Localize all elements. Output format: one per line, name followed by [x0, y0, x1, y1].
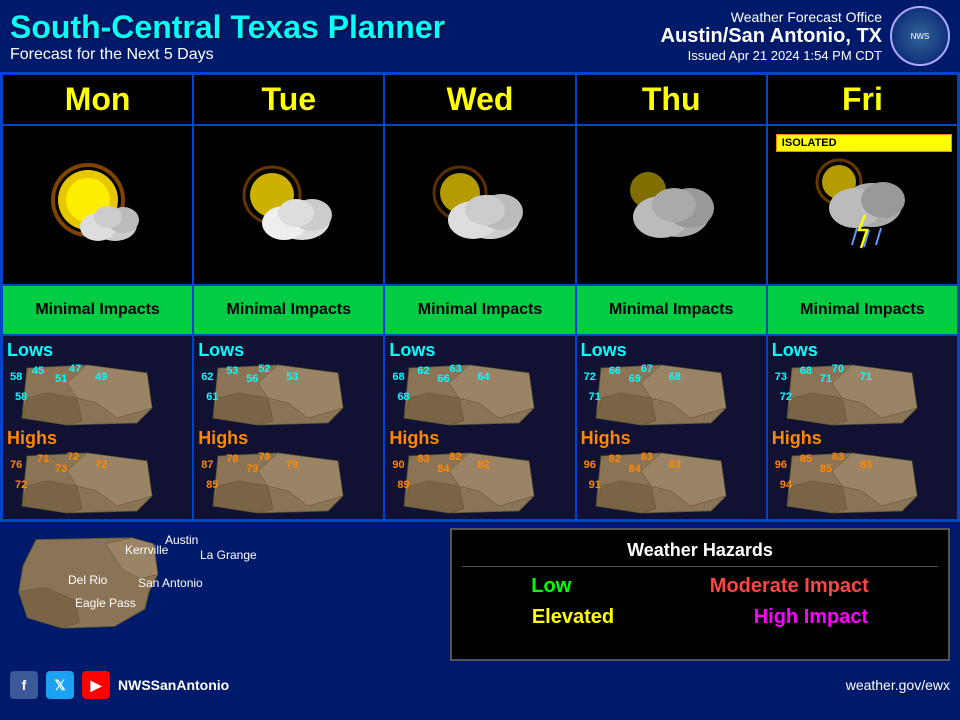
- temp-cell-thu: Lows 66 67 72 69 68 71 Highs: [576, 335, 767, 520]
- day-name-tue: Tue: [262, 81, 317, 117]
- weather-icon-tue: [193, 125, 384, 285]
- lows-label-wed: Lows: [389, 340, 570, 361]
- hazards-title: Weather Hazards: [462, 540, 938, 567]
- day-header-wed: Wed: [384, 74, 575, 125]
- day-name-thu: Thu: [642, 81, 701, 117]
- lows-label-mon: Lows: [7, 340, 188, 361]
- lows-label-fri: Lows: [772, 340, 953, 361]
- hazards-row-1: Low Moderate Impact: [462, 575, 938, 598]
- weather-icon-mon: [2, 125, 193, 285]
- city-austin: Austin: [165, 533, 198, 547]
- weather-icon-wed: [384, 125, 575, 285]
- day-header-tue: Tue: [193, 74, 384, 125]
- impact-fri: Minimal Impacts: [767, 285, 958, 335]
- day-name-fri: Fri: [842, 81, 883, 117]
- day-header-mon: Mon: [2, 74, 193, 125]
- impact-wed: Minimal Impacts: [384, 285, 575, 335]
- day-name-wed: Wed: [447, 81, 514, 117]
- day-header-fri: Fri: [767, 74, 958, 125]
- office-location: Austin/San Antonio, TX: [661, 25, 882, 48]
- forecast-grid: Mon Tue Wed Thu Fri: [0, 72, 960, 522]
- impact-thu: Minimal Impacts: [576, 285, 767, 335]
- forecast-subtitle: Forecast for the Next 5 Days: [10, 46, 445, 64]
- legend-map-area: Kerrville Austin La Grange Del Rio San A…: [10, 528, 440, 661]
- temp-cell-fri: Lows 68 70 73 71 71 72 Highs: [767, 335, 958, 520]
- lows-label-thu: Lows: [581, 340, 762, 361]
- hazard-moderate-label: Moderate Impact: [710, 575, 869, 598]
- hazards-box: Weather Hazards Low Moderate Impact Elev…: [450, 528, 950, 661]
- temp-cell-tue: Lows 53 52 62 56 53 61 Highs: [193, 335, 384, 520]
- website-url: weather.gov/ewx: [846, 677, 950, 693]
- highs-label-fri: Highs: [772, 428, 953, 449]
- hazards-row-2: Elevated High Impact: [462, 606, 938, 629]
- bottom-section: Kerrville Austin La Grange Del Rio San A…: [0, 522, 960, 667]
- social-icons: f 𝕏 ▶ NWSSanAntonio: [10, 671, 229, 699]
- city-lagrange: La Grange: [200, 548, 257, 562]
- twitter-icon[interactable]: 𝕏: [46, 671, 74, 699]
- header-right: Weather Forecast Office Austin/San Anton…: [661, 6, 950, 66]
- city-eaglepass: Eagle Pass: [75, 596, 136, 610]
- nws-logo: NWS: [890, 6, 950, 66]
- hazard-low-label: Low: [531, 575, 571, 598]
- highs-label-wed: Highs: [389, 428, 570, 449]
- hazard-high-label: High Impact: [754, 606, 868, 629]
- weather-icon-thu: [576, 125, 767, 285]
- impact-mon: Minimal Impacts: [2, 285, 193, 335]
- hazard-elevated-label: Elevated: [532, 606, 614, 629]
- highs-label-mon: Highs: [7, 428, 188, 449]
- isolated-badge: ISOLATED: [776, 134, 952, 152]
- youtube-icon[interactable]: ▶: [82, 671, 110, 699]
- office-info: Weather Forecast Office Austin/San Anton…: [661, 9, 882, 63]
- temp-cell-wed: Lows 62 63 68 66 64 68 Highs: [384, 335, 575, 520]
- social-handle: NWSSanAntonio: [118, 677, 229, 693]
- header: South-Central Texas Planner Forecast for…: [0, 0, 960, 72]
- highs-label-thu: Highs: [581, 428, 762, 449]
- facebook-icon[interactable]: f: [10, 671, 38, 699]
- day-header-thu: Thu: [576, 74, 767, 125]
- page-title: South-Central Texas Planner: [10, 9, 445, 46]
- lows-label-tue: Lows: [198, 340, 379, 361]
- city-sanantonio: San Antonio: [138, 576, 203, 590]
- header-left: South-Central Texas Planner Forecast for…: [10, 9, 445, 64]
- city-kerrville: Kerrville: [125, 543, 168, 557]
- day-name-mon: Mon: [65, 81, 131, 117]
- issued-time: Issued Apr 21 2024 1:54 PM CDT: [661, 48, 882, 63]
- weather-icon-fri: ISOLATED: [767, 125, 958, 285]
- impact-tue: Minimal Impacts: [193, 285, 384, 335]
- city-delrio: Del Rio: [68, 573, 107, 587]
- temp-cell-mon: Lows 45 47 58 51 49 58 Highs: [2, 335, 193, 520]
- highs-label-tue: Highs: [198, 428, 379, 449]
- social-bar: f 𝕏 ▶ NWSSanAntonio weather.gov/ewx: [0, 667, 960, 703]
- office-line1: Weather Forecast Office: [661, 9, 882, 25]
